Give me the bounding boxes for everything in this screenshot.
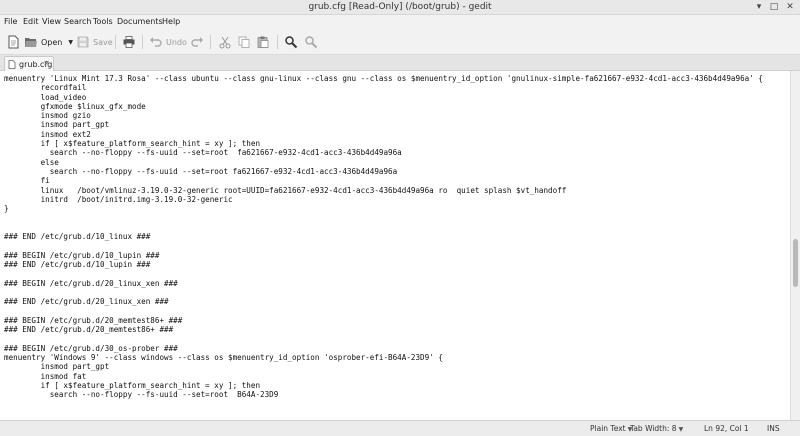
- menu-help[interactable]: Help: [162, 17, 180, 26]
- print-icon: [123, 36, 135, 48]
- tab-width-label: Tab Width: 8: [630, 424, 677, 433]
- cut-icon: [219, 36, 231, 49]
- open-dropdown-icon[interactable]: ▼: [68, 39, 73, 46]
- print-button[interactable]: [122, 33, 136, 51]
- document-icon: [8, 59, 16, 69]
- toolbar-separator: [210, 35, 211, 49]
- editor-content[interactable]: menuentry 'Linux Mint 17.3 Rosa' --class…: [0, 71, 790, 399]
- paste-button[interactable]: [256, 33, 270, 51]
- toolbar-separator: [142, 35, 143, 49]
- tab-bar: grub.cfg ✕: [0, 55, 800, 71]
- scrollbar-thumb[interactable]: [793, 239, 798, 287]
- menu-edit[interactable]: Edit: [23, 17, 39, 26]
- toolbar-separator: [277, 35, 278, 49]
- save-icon: [77, 36, 89, 48]
- search-icon: [285, 36, 298, 49]
- save-button[interactable]: Save: [76, 33, 113, 51]
- copy-icon: [238, 36, 250, 48]
- language-selector[interactable]: Plain Text ▼: [590, 424, 632, 433]
- new-document-button[interactable]: [6, 33, 20, 51]
- menu-view[interactable]: View: [42, 17, 61, 26]
- menu-search[interactable]: Search: [64, 17, 91, 26]
- text-editor[interactable]: menuentry 'Linux Mint 17.3 Rosa' --class…: [0, 71, 790, 420]
- status-bar: Plain Text ▼ Tab Width: 8 ▼ Ln 92, Col 1 I…: [0, 420, 800, 436]
- paste-icon: [257, 36, 269, 48]
- window-title: grub.cfg [Read-Only] (/boot/grub) - gedi…: [308, 2, 492, 12]
- copy-button[interactable]: [237, 33, 251, 51]
- tab-width-selector[interactable]: Tab Width: 8 ▼: [630, 424, 683, 433]
- menu-file[interactable]: File: [4, 17, 17, 26]
- cursor-position: Ln 92, Col 1: [704, 424, 749, 433]
- insert-mode: INS: [767, 424, 780, 433]
- save-label: Save: [93, 37, 113, 47]
- find-button[interactable]: [284, 33, 298, 51]
- redo-icon: [191, 37, 203, 47]
- cut-button[interactable]: [218, 33, 232, 51]
- tab-close-icon[interactable]: ✕: [43, 59, 50, 68]
- vertical-scrollbar[interactable]: [790, 71, 800, 420]
- new-document-icon: [8, 35, 19, 49]
- undo-label: Undo: [166, 37, 187, 47]
- close-window-button[interactable]: ✕: [783, 1, 797, 13]
- title-bar: grub.cfg [Read-Only] (/boot/grub) - gedi…: [0, 0, 800, 15]
- toolbar: Open ▼ Save Undo: [0, 30, 800, 55]
- undo-button[interactable]: Undo: [149, 33, 187, 51]
- folder-open-icon: [25, 38, 37, 47]
- minimize-button[interactable]: ▾: [752, 1, 766, 13]
- language-label: Plain Text: [590, 424, 626, 433]
- maximize-button[interactable]: □: [767, 1, 781, 13]
- menu-documents[interactable]: Documents: [117, 17, 163, 26]
- open-label: Open: [41, 37, 63, 47]
- toolbar-separator: [115, 35, 116, 49]
- undo-icon: [150, 37, 162, 47]
- chevron-down-icon: ▼: [678, 426, 684, 433]
- open-button[interactable]: Open ▼: [24, 33, 73, 51]
- tab-grub-cfg[interactable]: grub.cfg ✕: [4, 56, 54, 71]
- menu-bar: File Edit View Search Tools Documents He…: [0, 15, 800, 29]
- redo-button[interactable]: [190, 33, 204, 51]
- find-replace-icon: [305, 36, 318, 49]
- replace-button[interactable]: [304, 33, 318, 51]
- menu-tools[interactable]: Tools: [93, 17, 113, 26]
